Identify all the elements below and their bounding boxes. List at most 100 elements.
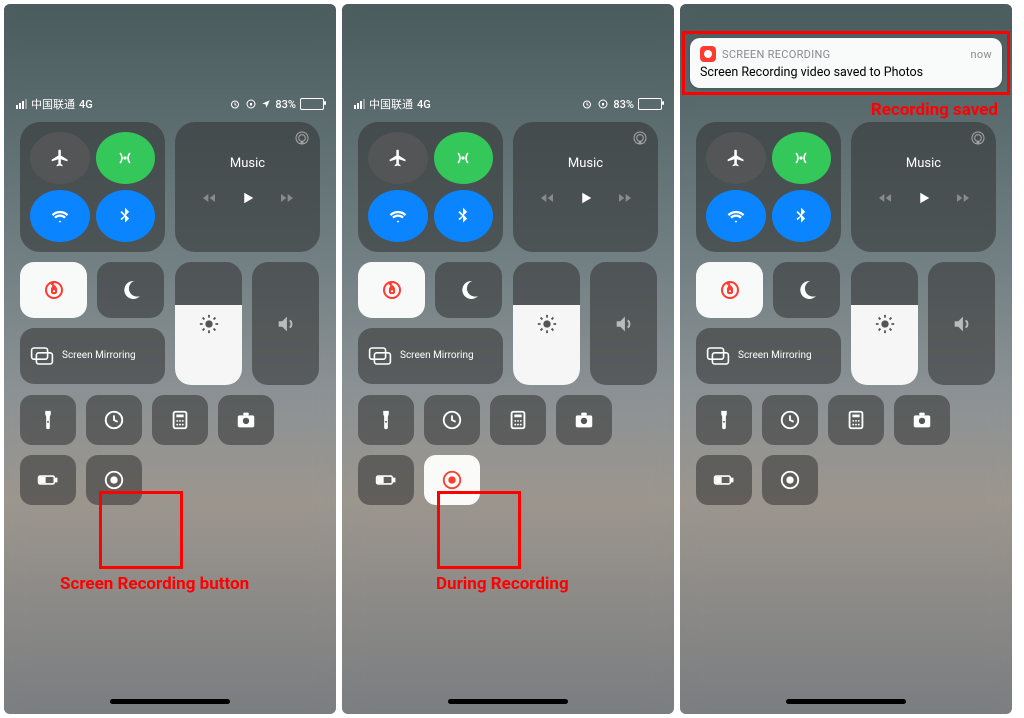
volume-slider[interactable] — [928, 262, 995, 385]
screen-record-button[interactable] — [86, 455, 142, 505]
screen-mirroring-button[interactable]: Screen Mirroring — [358, 328, 503, 384]
wifi-button[interactable] — [30, 190, 90, 242]
home-indicator[interactable] — [448, 699, 568, 704]
notification-app-name: SCREEN RECORDING — [722, 48, 970, 61]
brightness-icon — [874, 313, 896, 335]
music-widget[interactable]: Music — [513, 122, 658, 252]
music-title: Music — [568, 156, 603, 171]
screen-record-button[interactable] — [762, 455, 818, 505]
airplay-audio-icon[interactable] — [294, 130, 310, 146]
bluetooth-button[interactable] — [96, 190, 156, 242]
battery-icon — [300, 98, 324, 110]
carrier-label: 中国联通 — [31, 96, 75, 112]
panel-recording-saved: SCREEN RECORDING now Screen Recording vi… — [680, 4, 1012, 714]
orientation-lock-button[interactable] — [20, 262, 87, 318]
brightness-slider[interactable] — [851, 262, 918, 385]
annotation-caption: Recording saved — [871, 100, 998, 120]
battery-percent: 83% — [275, 98, 296, 111]
prev-track-button[interactable] — [201, 190, 217, 210]
brightness-slider[interactable] — [175, 262, 242, 385]
play-button[interactable] — [915, 189, 933, 211]
play-button[interactable] — [577, 189, 595, 211]
calculator-button[interactable] — [828, 395, 884, 445]
airplane-mode-button[interactable] — [706, 132, 766, 184]
connectivity-group[interactable] — [358, 122, 503, 252]
calculator-button[interactable] — [152, 395, 208, 445]
wifi-button[interactable] — [706, 190, 766, 242]
battery-icon — [638, 98, 662, 110]
airplane-mode-button[interactable] — [30, 132, 90, 184]
camera-button[interactable] — [218, 395, 274, 445]
music-widget[interactable]: Music — [851, 122, 996, 252]
play-button[interactable] — [239, 189, 257, 211]
record-icon-idle — [779, 469, 801, 491]
do-not-disturb-button[interactable] — [773, 262, 840, 318]
record-icon-active — [441, 469, 463, 491]
alarm-icon — [229, 98, 241, 110]
music-widget[interactable]: Music — [175, 122, 320, 252]
screen-mirroring-button[interactable]: Screen Mirroring — [20, 328, 165, 384]
flashlight-button[interactable] — [696, 395, 752, 445]
home-indicator[interactable] — [786, 699, 906, 704]
low-power-button[interactable] — [358, 455, 414, 505]
music-title: Music — [230, 156, 265, 171]
orientation-lock-button[interactable] — [696, 262, 763, 318]
timer-button[interactable] — [424, 395, 480, 445]
connectivity-group[interactable] — [20, 122, 165, 252]
next-track-button[interactable] — [617, 190, 633, 210]
cellular-data-button[interactable] — [772, 132, 832, 184]
prev-track-button[interactable] — [877, 190, 893, 210]
control-center: Music — [20, 122, 320, 505]
timer-button[interactable] — [86, 395, 142, 445]
wifi-button[interactable] — [368, 190, 428, 242]
cellular-data-button[interactable] — [96, 132, 156, 184]
airplay-audio-icon[interactable] — [970, 130, 986, 146]
status-bar: 中国联通 4G 83% — [4, 96, 336, 112]
calculator-button[interactable] — [490, 395, 546, 445]
connectivity-group[interactable] — [696, 122, 841, 252]
timer-button[interactable] — [762, 395, 818, 445]
screen-mirroring-button[interactable]: Screen Mirroring — [696, 328, 841, 384]
low-power-button[interactable] — [696, 455, 752, 505]
notification-banner[interactable]: SCREEN RECORDING now Screen Recording vi… — [690, 38, 1002, 88]
next-track-button[interactable] — [279, 190, 295, 210]
orientation-lock-icon — [597, 98, 609, 110]
tutorial-three-panel: 中国联通 4G 83% — [0, 0, 1024, 718]
notification-app-icon — [700, 46, 716, 62]
panel-before-recording: 中国联通 4G 83% — [4, 4, 336, 714]
low-power-button[interactable] — [20, 455, 76, 505]
control-center: Music Screen Mirroring — [358, 122, 658, 505]
notification-message: Screen Recording video saved to Photos — [700, 65, 992, 80]
home-indicator[interactable] — [110, 699, 230, 704]
airplane-mode-button[interactable] — [368, 132, 428, 184]
brightness-slider[interactable] — [513, 262, 580, 385]
screen-mirroring-label: Screen Mirroring — [738, 350, 812, 362]
bluetooth-button[interactable] — [772, 190, 832, 242]
signal-bars-icon — [354, 99, 365, 109]
volume-icon — [275, 313, 297, 335]
prev-track-button[interactable] — [539, 190, 555, 210]
do-not-disturb-button[interactable] — [435, 262, 502, 318]
status-bar: 中国联通 4G 83% — [342, 96, 674, 112]
next-track-button[interactable] — [955, 190, 971, 210]
bluetooth-button[interactable] — [434, 190, 494, 242]
annotation-caption: During Recording — [436, 574, 569, 594]
camera-button[interactable] — [894, 395, 950, 445]
screen-record-button-active[interactable] — [424, 455, 480, 505]
airplay-audio-icon[interactable] — [632, 130, 648, 146]
volume-slider[interactable] — [252, 262, 319, 385]
location-icon — [261, 99, 271, 109]
orientation-lock-button[interactable] — [358, 262, 425, 318]
camera-button[interactable] — [556, 395, 612, 445]
control-center: Music Screen Mirroring — [696, 122, 996, 505]
network-label: 4G — [79, 98, 93, 111]
do-not-disturb-button[interactable] — [97, 262, 164, 318]
volume-slider[interactable] — [590, 262, 657, 385]
cellular-data-button[interactable] — [434, 132, 494, 184]
flashlight-button[interactable] — [358, 395, 414, 445]
annotation-caption: Screen Recording button — [60, 574, 249, 594]
brightness-icon — [536, 313, 558, 335]
battery-percent: 83% — [613, 98, 634, 111]
flashlight-button[interactable] — [20, 395, 76, 445]
record-icon-idle — [103, 469, 125, 491]
